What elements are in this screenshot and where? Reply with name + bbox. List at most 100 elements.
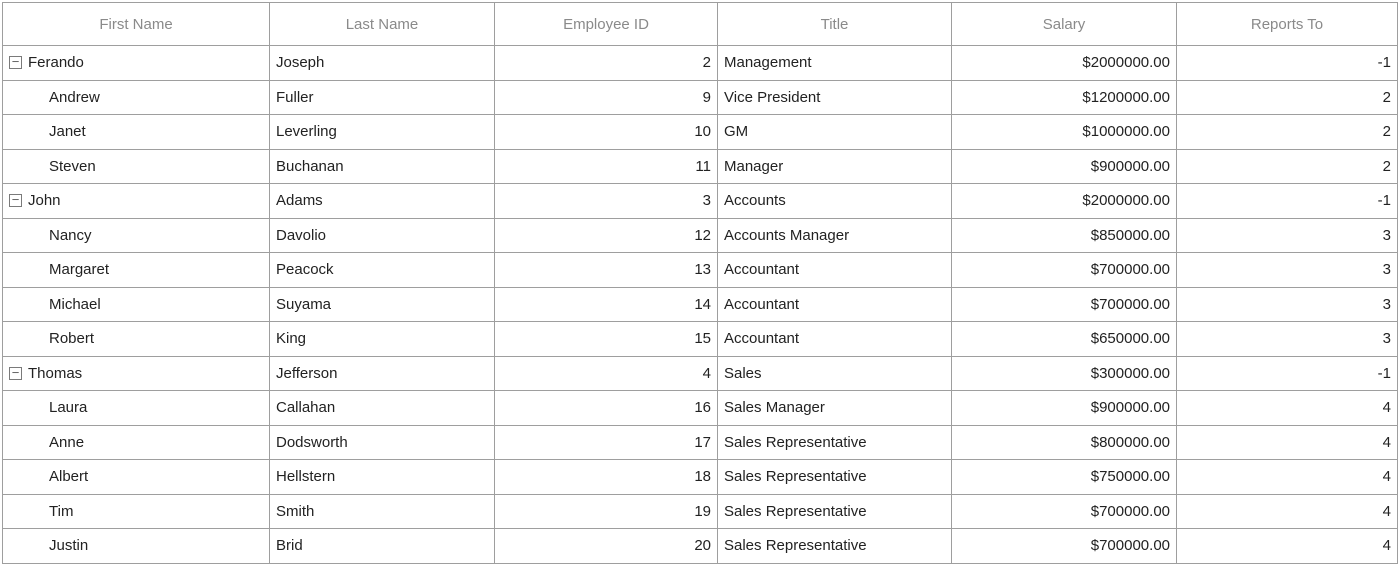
- cell-title[interactable]: Accountant: [718, 322, 952, 356]
- cell-employeeid[interactable]: 12: [495, 219, 718, 253]
- cell-reportsto[interactable]: 3: [1177, 322, 1397, 356]
- cell-firstname[interactable]: Tim: [3, 495, 270, 529]
- cell-firstname[interactable]: Steven: [3, 150, 270, 184]
- cell-title[interactable]: Manager: [718, 150, 952, 184]
- table-row[interactable]: JanetLeverling10GM$1000000.002: [3, 115, 1397, 150]
- cell-firstname[interactable]: John: [3, 184, 270, 218]
- cell-lastname[interactable]: Peacock: [270, 253, 495, 287]
- cell-employeeid[interactable]: 2: [495, 46, 718, 80]
- cell-lastname[interactable]: Suyama: [270, 288, 495, 322]
- cell-reportsto[interactable]: 4: [1177, 426, 1397, 460]
- cell-firstname[interactable]: Robert: [3, 322, 270, 356]
- cell-employeeid[interactable]: 15: [495, 322, 718, 356]
- cell-lastname[interactable]: Buchanan: [270, 150, 495, 184]
- cell-lastname[interactable]: Callahan: [270, 391, 495, 425]
- cell-lastname[interactable]: Adams: [270, 184, 495, 218]
- table-row[interactable]: MargaretPeacock13Accountant$700000.003: [3, 253, 1397, 288]
- table-row[interactable]: AnneDodsworth17Sales Representative$8000…: [3, 426, 1397, 461]
- table-row[interactable]: MichaelSuyama14Accountant$700000.003: [3, 288, 1397, 323]
- table-row[interactable]: RobertKing15Accountant$650000.003: [3, 322, 1397, 357]
- table-row[interactable]: FerandoJoseph2Management$2000000.00-1: [3, 46, 1397, 81]
- cell-salary[interactable]: $900000.00: [952, 391, 1177, 425]
- cell-salary[interactable]: $300000.00: [952, 357, 1177, 391]
- collapse-icon[interactable]: [9, 56, 22, 69]
- cell-title[interactable]: Sales Representative: [718, 529, 952, 563]
- table-row[interactable]: ThomasJefferson4Sales$300000.00-1: [3, 357, 1397, 392]
- cell-employeeid[interactable]: 18: [495, 460, 718, 494]
- cell-reportsto[interactable]: 4: [1177, 391, 1397, 425]
- cell-lastname[interactable]: Jefferson: [270, 357, 495, 391]
- cell-employeeid[interactable]: 4: [495, 357, 718, 391]
- cell-firstname[interactable]: Michael: [3, 288, 270, 322]
- column-header-employeeid[interactable]: Employee ID: [495, 3, 718, 45]
- cell-salary[interactable]: $850000.00: [952, 219, 1177, 253]
- cell-title[interactable]: Sales: [718, 357, 952, 391]
- cell-title[interactable]: Management: [718, 46, 952, 80]
- cell-employeeid[interactable]: 17: [495, 426, 718, 460]
- cell-title[interactable]: Accountant: [718, 288, 952, 322]
- cell-lastname[interactable]: Davolio: [270, 219, 495, 253]
- cell-title[interactable]: Accounts: [718, 184, 952, 218]
- cell-reportsto[interactable]: 3: [1177, 288, 1397, 322]
- cell-employeeid[interactable]: 11: [495, 150, 718, 184]
- table-row[interactable]: LauraCallahan16Sales Manager$900000.004: [3, 391, 1397, 426]
- cell-firstname[interactable]: Justin: [3, 529, 270, 563]
- cell-firstname[interactable]: Margaret: [3, 253, 270, 287]
- cell-reportsto[interactable]: 3: [1177, 253, 1397, 287]
- cell-firstname[interactable]: Janet: [3, 115, 270, 149]
- cell-firstname[interactable]: Nancy: [3, 219, 270, 253]
- collapse-icon[interactable]: [9, 194, 22, 207]
- cell-firstname[interactable]: Thomas: [3, 357, 270, 391]
- cell-salary[interactable]: $1000000.00: [952, 115, 1177, 149]
- cell-salary[interactable]: $900000.00: [952, 150, 1177, 184]
- cell-reportsto[interactable]: 2: [1177, 150, 1397, 184]
- cell-employeeid[interactable]: 20: [495, 529, 718, 563]
- column-header-salary[interactable]: Salary: [952, 3, 1177, 45]
- cell-title[interactable]: Sales Representative: [718, 460, 952, 494]
- cell-title[interactable]: Sales Manager: [718, 391, 952, 425]
- table-row[interactable]: JohnAdams3Accounts$2000000.00-1: [3, 184, 1397, 219]
- cell-employeeid[interactable]: 14: [495, 288, 718, 322]
- table-row[interactable]: JustinBrid20Sales Representative$700000.…: [3, 529, 1397, 563]
- table-row[interactable]: AndrewFuller9Vice President$1200000.002: [3, 81, 1397, 116]
- cell-reportsto[interactable]: 4: [1177, 529, 1397, 563]
- cell-employeeid[interactable]: 3: [495, 184, 718, 218]
- cell-title[interactable]: GM: [718, 115, 952, 149]
- cell-title[interactable]: Sales Representative: [718, 426, 952, 460]
- cell-salary[interactable]: $700000.00: [952, 288, 1177, 322]
- cell-lastname[interactable]: Fuller: [270, 81, 495, 115]
- cell-firstname[interactable]: Albert: [3, 460, 270, 494]
- cell-reportsto[interactable]: 3: [1177, 219, 1397, 253]
- cell-reportsto[interactable]: 4: [1177, 460, 1397, 494]
- cell-salary[interactable]: $700000.00: [952, 495, 1177, 529]
- cell-title[interactable]: Vice President: [718, 81, 952, 115]
- column-header-firstname[interactable]: First Name: [3, 3, 270, 45]
- cell-employeeid[interactable]: 16: [495, 391, 718, 425]
- cell-salary[interactable]: $750000.00: [952, 460, 1177, 494]
- cell-firstname[interactable]: Ferando: [3, 46, 270, 80]
- cell-reportsto[interactable]: -1: [1177, 184, 1397, 218]
- cell-reportsto[interactable]: 2: [1177, 81, 1397, 115]
- cell-firstname[interactable]: Anne: [3, 426, 270, 460]
- cell-employeeid[interactable]: 13: [495, 253, 718, 287]
- cell-salary[interactable]: $650000.00: [952, 322, 1177, 356]
- cell-firstname[interactable]: Laura: [3, 391, 270, 425]
- collapse-icon[interactable]: [9, 367, 22, 380]
- cell-firstname[interactable]: Andrew: [3, 81, 270, 115]
- cell-lastname[interactable]: Smith: [270, 495, 495, 529]
- cell-salary[interactable]: $2000000.00: [952, 184, 1177, 218]
- cell-salary[interactable]: $700000.00: [952, 529, 1177, 563]
- cell-reportsto[interactable]: -1: [1177, 46, 1397, 80]
- cell-employeeid[interactable]: 19: [495, 495, 718, 529]
- cell-employeeid[interactable]: 10: [495, 115, 718, 149]
- cell-reportsto[interactable]: -1: [1177, 357, 1397, 391]
- table-row[interactable]: StevenBuchanan11Manager$900000.002: [3, 150, 1397, 185]
- cell-title[interactable]: Accountant: [718, 253, 952, 287]
- cell-salary[interactable]: $1200000.00: [952, 81, 1177, 115]
- cell-lastname[interactable]: Brid: [270, 529, 495, 563]
- table-row[interactable]: NancyDavolio12Accounts Manager$850000.00…: [3, 219, 1397, 254]
- cell-employeeid[interactable]: 9: [495, 81, 718, 115]
- cell-lastname[interactable]: King: [270, 322, 495, 356]
- cell-reportsto[interactable]: 4: [1177, 495, 1397, 529]
- cell-lastname[interactable]: Dodsworth: [270, 426, 495, 460]
